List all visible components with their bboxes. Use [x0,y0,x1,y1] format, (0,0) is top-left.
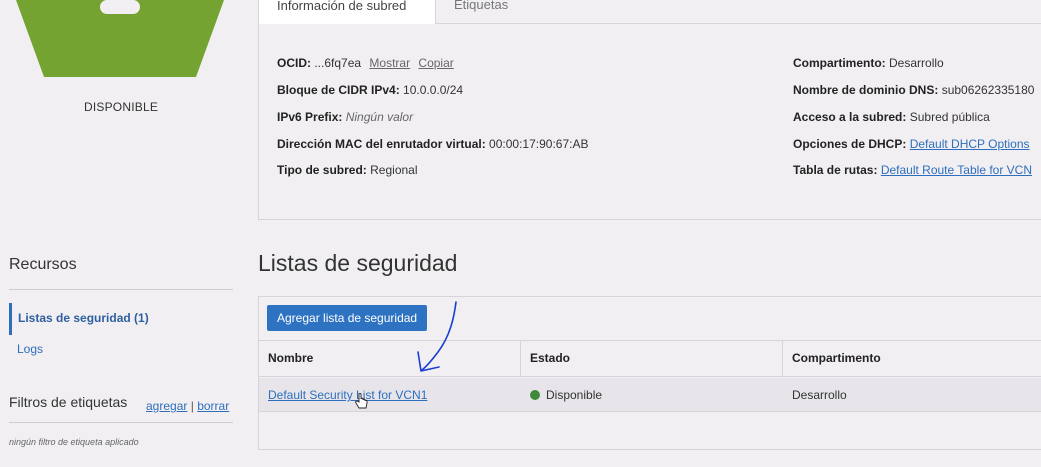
column-header-compartment[interactable]: Compartimento [792,351,881,365]
subnet-status-hexagon-icon [16,0,224,77]
resources-divider [9,289,233,290]
tag-filter-actions: agregar | borrar [146,399,229,413]
column-header-state[interactable]: Estado [530,351,570,365]
subnet-status-label: DISPONIBLE [84,100,159,114]
tabs-underline [436,23,1041,24]
access-value: Subred pública [909,110,990,124]
tab-subnet-info[interactable]: Información de subred [258,0,436,24]
sidebar-item-security-lists[interactable]: Listas de seguridad (1) [9,303,233,335]
ocid-show-link[interactable]: Mostrar [369,56,410,70]
available-status-dot-icon [530,390,540,400]
subnet-type-key: Tipo de subred: [277,163,367,177]
compartment-row: Compartimento: Desarrollo [793,56,944,70]
access-row: Acceso a la subred: Subred pública [793,110,990,124]
tab-tags[interactable]: Etiquetas [454,0,508,16]
dhcp-key: Opciones de DHCP: [793,137,907,151]
dhcp-row: Opciones de DHCP: Default DHCP Options [793,137,1030,151]
tag-filters-title: Filtros de etiquetas [9,394,128,410]
tag-filter-add-link[interactable]: agregar [146,399,187,413]
route-table-row: Tabla de rutas: Default Route Table for … [793,163,1032,177]
cidr-value: 10.0.0.0/24 [403,83,464,97]
add-security-list-button[interactable]: Agregar lista de seguridad [267,305,428,331]
compartment-value: Desarrollo [889,56,944,70]
ipv6-value: Ningún valor [345,110,414,124]
no-tag-filter-text: ningún filtro de etiqueta aplicado [9,437,139,447]
subnet-type-value: Regional [370,163,418,177]
ocid-key: OCID: [277,56,311,70]
route-table-link[interactable]: Default Route Table for VCN [881,163,1032,177]
hand-cursor-icon [355,393,368,409]
security-list-state: Disponible [530,388,602,402]
subnet-type-row: Tipo de subred: Regional [277,163,418,177]
access-key: Acceso a la subred: [793,110,907,124]
ocid-value: ...6fq7ea [314,56,362,70]
tag-filter-separator: | [190,399,194,413]
mac-row: Dirección MAC del enrutador virtual: 00:… [277,137,588,151]
sidebar-item-logs[interactable]: Logs [17,342,43,356]
route-table-key: Tabla de rutas: [793,163,878,177]
dns-row: Nombre de dominio DNS: sub06262335180 [793,83,1034,97]
column-divider [520,340,521,377]
tag-filter-clear-link[interactable]: borrar [197,399,229,413]
ipv6-row: IPv6 Prefix: Ningún valor [277,110,413,124]
ocid-copy-link[interactable]: Copiar [418,56,453,70]
ocid-row: OCID: ...6fq7ea Mostrar Copiar [277,56,454,70]
resources-title: Recursos [9,256,77,273]
security-list-compartment: Desarrollo [792,388,847,402]
table-header [258,340,1041,377]
security-list-name-link[interactable]: Default Security List for VCN1 [268,388,427,402]
compartment-key: Compartimento: [793,56,886,70]
annotation-arrow-icon [417,301,457,372]
column-divider [782,340,783,377]
ipv6-key: IPv6 Prefix: [277,110,343,124]
cidr-row: Bloque de CIDR IPv4: 10.0.0.0/24 [277,83,463,97]
mac-value: 00:00:17:90:67:AB [489,137,589,151]
tag-filters-divider [9,422,233,423]
dhcp-options-link[interactable]: Default DHCP Options [910,137,1030,151]
mac-key: Dirección MAC del enrutador virtual: [277,137,486,151]
section-title: Listas de seguridad [258,250,458,276]
cidr-key: Bloque de CIDR IPv4: [277,83,400,97]
security-list-state-label: Disponible [546,388,603,402]
dns-key: Nombre de dominio DNS: [793,83,939,97]
column-header-name[interactable]: Nombre [268,351,313,365]
dns-value: sub06262335180 [941,83,1035,97]
